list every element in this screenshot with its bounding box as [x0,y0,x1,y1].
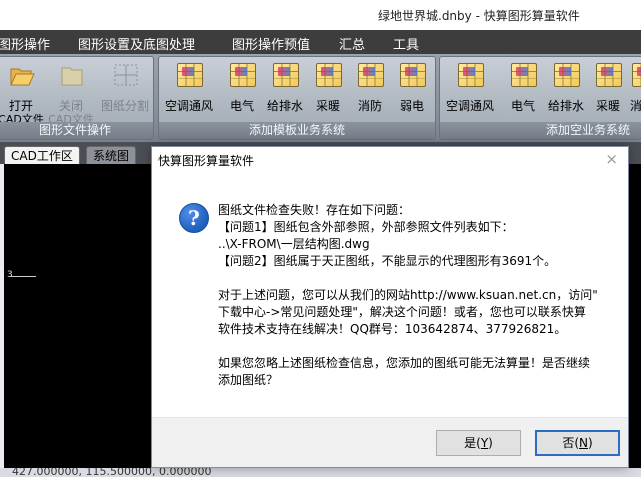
menu-graphic-presets[interactable]: 图形操作预值 [232,34,310,53]
system-template-icon [230,63,256,87]
message-line: 图纸文件检查失败！存在如下问题： [218,203,411,217]
axis-line [10,276,36,277]
system-template-icon [316,63,342,87]
template-group-title: 添加模板业务系统 [159,122,435,139]
menu-graphic-settings[interactable]: 图形设置及底图处理 [78,34,195,53]
empty-group-title: 添加空业务系统 [440,122,641,139]
message-line: 【问题2】图纸属于天正图纸，不能显示的代理图形有3691个。 [218,254,557,268]
message-line: 对于上述问题，您可以从我们的网站http://www.ksuan.net.cn，… [218,288,598,302]
dialog-message: 图纸文件检查失败！存在如下问题： 【问题1】图纸包含外部参照，外部参照文件列表如… [218,202,618,389]
ribbon-group-empty: 空调通风 电气 给排水 采暖 消 添加空业务系统 [439,56,641,140]
title-bar: 绿地世界城.dnby - 快算图形算量软件 [0,0,641,30]
yes-label: 是( [464,436,481,450]
system-empty-icon [596,63,622,87]
open-cad-button[interactable]: 打开 CAD文件 [0,61,44,126]
menu-tools[interactable]: 工具 [393,34,419,53]
empty-fire-button[interactable]: 消 [628,61,641,119]
empty-fire-label: 消 [630,99,641,113]
ribbon: 打开 CAD文件 关闭 CAD文件 图纸分割 图形文件操作 空调通风 电气 给排… [0,54,641,142]
message-line: 下载中心->常见问题处理"，解决这个问题！或者，您也可以联系快算 [218,305,586,319]
system-template-icon [273,63,299,87]
folder-close-icon [59,63,85,87]
system-template-icon [177,63,203,87]
template-hvac-label: 空调通风 [164,99,213,113]
no-label-end: ) [587,436,593,450]
ribbon-group-file: 打开 CAD文件 关闭 CAD文件 图纸分割 图形文件操作 [0,56,154,140]
split-label: 图纸分割 [100,99,149,113]
template-weak-current-label: 弱电 [399,99,424,113]
cursor-coordinates: 427.000000, 115.500000, 0.000000 [12,468,212,477]
template-hvac-button[interactable]: 空调通风 [165,61,213,119]
system-template-icon [400,63,426,87]
system-empty-icon [632,63,641,87]
message-line: 【问题1】图纸包含外部参照，外部参照文件列表如下： [218,220,514,234]
file-group-title: 图形文件操作 [0,122,153,139]
no-accelerator: N [579,436,588,450]
empty-heating-button[interactable]: 采暖 [586,61,630,119]
empty-hvac-label: 空调通风 [445,99,494,113]
system-empty-icon [554,63,580,87]
tab-cad-workspace[interactable]: CAD工作区 [4,146,80,164]
system-template-icon [358,63,384,87]
menu-bar: 图形操作 图形设置及底图处理 图形操作预值 汇总 工具 [0,30,641,54]
no-button[interactable]: 否(N) [535,430,620,456]
close-cad-button[interactable]: 关闭 CAD文件 [48,61,94,126]
dialog-footer: 是(Y) 否(N) [152,417,628,467]
close-icon[interactable]: × [605,150,618,168]
split-grid-icon [113,63,139,87]
ribbon-group-template: 空调通风 电气 给排水 采暖 消防 弱电 添加模板业务系统 [158,56,436,140]
system-empty-icon [511,63,537,87]
axis-label: 3 [7,270,13,280]
tab-system-diagram[interactable]: 系统图 [86,146,137,164]
message-line: 如果您忽略上述图纸检查信息，您添加的图纸可能无法算量！是否继续 [218,356,591,370]
warning-dialog: 快算图形算量软件 × ? 图纸文件检查失败！存在如下问题： 【问题1】图纸包含外… [151,146,629,468]
menu-graphic-ops[interactable]: 图形操作 [0,34,50,53]
menu-summary[interactable]: 汇总 [339,34,365,53]
folder-open-icon [9,63,35,87]
empty-hvac-button[interactable]: 空调通风 [446,61,494,119]
no-label: 否( [562,436,579,450]
system-empty-icon [458,63,484,87]
question-icon: ? [179,203,209,233]
dialog-title: 快算图形算量软件 [158,154,255,168]
status-bar: 427.000000, 115.500000, 0.000000 [0,468,641,477]
message-line: 软件技术支持在线解决！QQ群号：103642874、377926821。 [218,322,567,336]
yes-button[interactable]: 是(Y) [436,430,521,456]
yes-label-end: ) [488,436,493,450]
split-drawing-button[interactable]: 图纸分割 [101,61,149,119]
message-line: ..\X-FROM\一层结构图.dwg [218,237,370,251]
template-weak-current-button[interactable]: 弱电 [390,61,434,119]
window-title: 绿地世界城.dnby - 快算图形算量软件 [378,9,580,23]
message-line: 添加图纸？ [218,373,279,387]
